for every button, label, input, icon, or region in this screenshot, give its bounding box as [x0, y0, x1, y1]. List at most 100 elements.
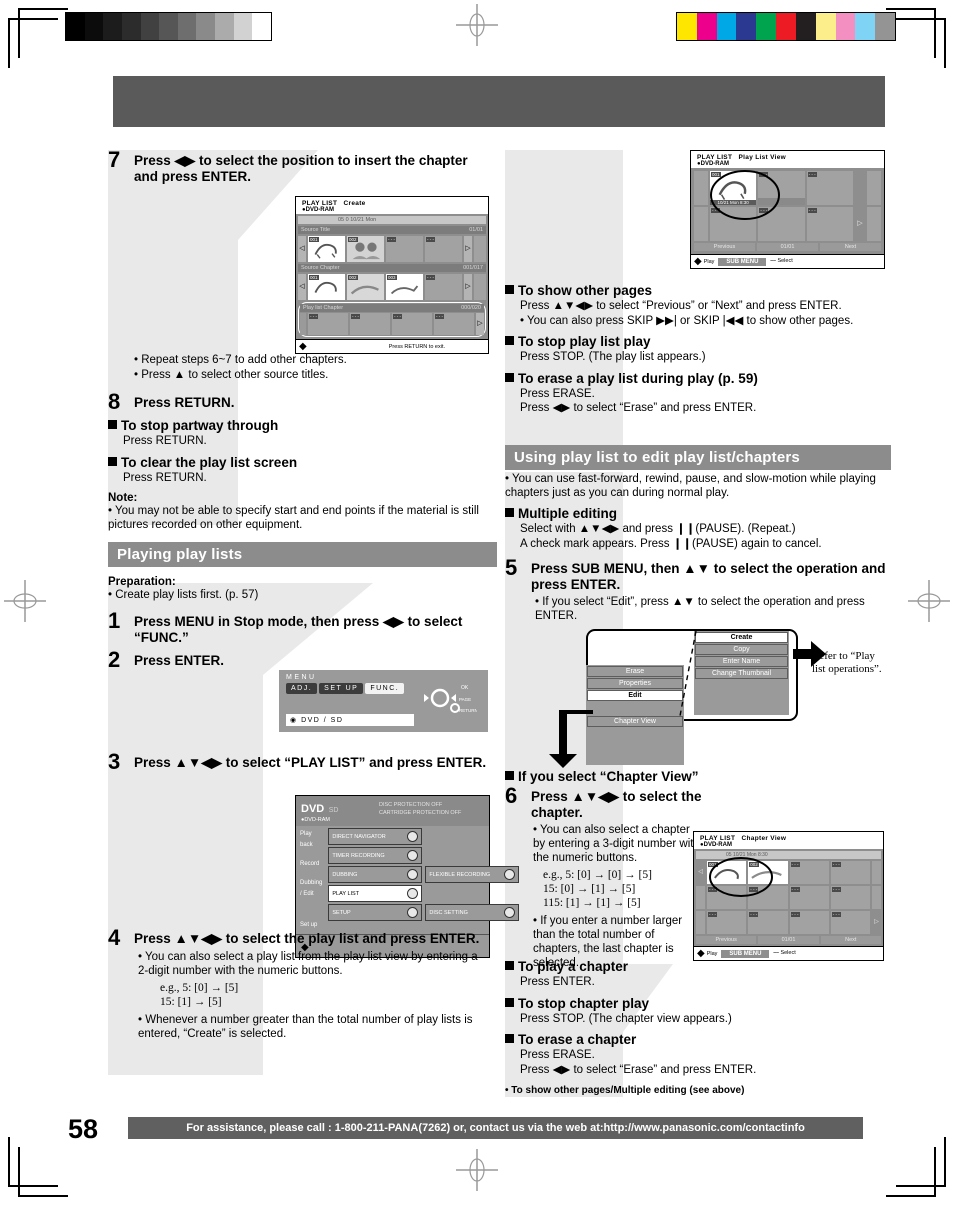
menu-item-play-list[interactable]: PLAY LIST [328, 885, 423, 902]
menu-row-dvd-sd[interactable]: ◉ DVD / SD [286, 714, 414, 726]
preparation-block: Preparation: • Create play lists first. … [108, 576, 490, 672]
step-6-example-1: e.g., 5: [0] → [0] → [5] [543, 869, 652, 881]
block-erase-playlist-line-1: Press ERASE. [520, 387, 595, 400]
sub-menu-item-chapter-view[interactable]: Chapter View [587, 716, 683, 727]
screen-info-bar: 05 0 10/21 Mon [298, 216, 486, 224]
block-erase-chapter-heading: To erase a chapter [505, 1031, 887, 1048]
tab-setup[interactable]: SET UP [319, 683, 364, 694]
pager-next[interactable]: Next [820, 243, 881, 251]
prev-arrow-icon[interactable]: ◁ [298, 274, 306, 300]
gray-swatch [84, 13, 104, 40]
menu-item-dubbing[interactable]: DUBBING [328, 866, 423, 883]
next-arrow-icon[interactable]: ▷ [464, 236, 472, 262]
bullet-square-icon [505, 508, 514, 517]
svg-text:OK: OK [461, 685, 469, 691]
pager-previous[interactable]: Previous [694, 243, 755, 251]
block-play-chapter-heading: To play a chapter [505, 958, 887, 975]
menu-item-direct-navigator[interactable]: DIRECT NAVIGATOR [328, 828, 423, 845]
edit-sub-menu-list[interactable]: Create Copy Enter Name Change Thumbnail [694, 631, 789, 715]
left-column: 7 Press ◀▶ to select the position to ins… [108, 147, 490, 532]
menu-func-screen[interactable]: MENU ADJ. SET UP FUNC. ◉ DVD / SD OK PAG… [279, 670, 488, 732]
menu-item-timer-recording[interactable]: TIMER RECORDING [328, 847, 423, 864]
block-stop-chapter-play-line: Press STOP. (The chapter view appears.) [520, 1012, 732, 1025]
menu-row-setup[interactable]: SETUP DISC SETTING [328, 904, 520, 921]
thumbnail-cell: 001 [308, 236, 345, 262]
pager-next[interactable]: Next [820, 936, 881, 944]
screen-pager[interactable]: Previous 01/01 Next [696, 936, 881, 944]
screen-pager[interactable]: Previous 01/01 Next [694, 243, 881, 251]
svg-text:PAGE: PAGE [459, 697, 471, 702]
next-arrow-icon[interactable]: ▷ [464, 274, 472, 300]
sub-menu-item-erase[interactable]: Erase [587, 666, 683, 677]
step-4-bullet-2: • Whenever a number greater than the tot… [138, 1014, 473, 1040]
prev-arrow-icon[interactable]: ◁ [298, 236, 306, 262]
step-4-bullet-1: • You can also select a play list from t… [138, 951, 478, 977]
block-clear-screen-line: Press RETURN. [123, 471, 207, 484]
source-chapter-label: Source Chapter [301, 265, 340, 271]
screen-mode: Chapter View [741, 835, 787, 842]
block-erase-chapter-line-1: Press ERASE. [520, 1049, 595, 1061]
color-swatch [696, 13, 717, 40]
registration-target-top [456, 4, 498, 46]
bullet-square-icon [505, 997, 514, 1007]
menu-item-setup[interactable]: SETUP [328, 904, 423, 921]
sub-menu-item-properties[interactable]: Properties [587, 678, 683, 689]
sub-menu-button[interactable]: SUB MENU [721, 949, 770, 958]
block-stop-playlist-play-heading: To stop play list play [505, 333, 887, 350]
color-swatch [875, 13, 895, 40]
tab-func[interactable]: FUNC. [365, 683, 405, 694]
highlight-ellipse [709, 857, 773, 897]
bullet-square-icon [505, 771, 514, 780]
control-select-label: ⎯⎯ Select [770, 258, 793, 264]
playlist-icon [407, 888, 419, 899]
next-arrow-icon[interactable]: ▷ [872, 911, 881, 934]
step-1: 1 Press MENU in Stop mode, then press ◀▶… [108, 608, 490, 646]
sub-menu-button[interactable]: SUB MENU [718, 257, 767, 266]
step-7-number: 7 [108, 147, 121, 172]
sub-menu-item-edit[interactable]: Edit [587, 690, 683, 701]
block-show-other-pages-heading: To show other pages [505, 282, 887, 299]
next-arrow-icon[interactable]: ▷ [476, 313, 484, 335]
grid-icon [407, 831, 419, 842]
source-title-row[interactable]: ◁ 001 002 - - - - - - ▷ [298, 236, 486, 262]
edit-item-create[interactable]: Create [695, 632, 788, 643]
playlist-chapter-region[interactable]: Play list Chapter 000/020 - - - - - - - … [298, 302, 486, 337]
bullet-square-icon [108, 420, 117, 429]
menu-row-dubbing[interactable]: DUBBING FLEXIBLE RECORDING [328, 866, 520, 883]
step-1-number: 1 [108, 608, 121, 633]
cartridge-protection-status: CARTRIDGE PROTECTION OFF [379, 810, 462, 816]
bullet-square-icon [505, 372, 514, 382]
menu-row-play-list[interactable]: PLAY LIST [328, 885, 519, 902]
menu-row-timer-recording[interactable]: TIMER RECORDING [328, 847, 519, 864]
screen-mode: Play List View [738, 154, 786, 161]
screen-header: PLAY LIST Chapter View ●DVD-RAM [694, 832, 883, 849]
edit-item-copy[interactable]: Copy [695, 644, 788, 655]
prev-arrow-icon[interactable]: ◁ [696, 861, 705, 884]
playlist-chapter-row[interactable]: - - - - - - - - - - - - ▷ [300, 313, 484, 335]
tab-adj[interactable]: ADJ. [286, 683, 318, 694]
menu-row-direct-navigator[interactable]: DIRECT NAVIGATOR [328, 828, 519, 845]
color-swatch [736, 13, 757, 40]
pager-page-indicator: 01/01 [757, 243, 818, 251]
screen-mode: Create [343, 200, 366, 207]
step-2: 2 Press ENTER. [108, 649, 490, 671]
edit-item-change-thumbnail[interactable]: Change Thumbnail [695, 668, 788, 679]
block-multiple-editing-heading: Multiple editing [505, 505, 887, 522]
gray-swatch [215, 13, 234, 40]
chapter-view-list[interactable]: Chapter View [586, 715, 684, 765]
chapter-view-screen: PLAY LIST Chapter View ●DVD-RAM 05 10/21… [693, 831, 884, 961]
step-8-text: Press RETURN. [134, 395, 235, 410]
pager-previous[interactable]: Previous [696, 936, 757, 944]
source-chapter-row[interactable]: ◁ 001 002 003 - - - ▷ [298, 274, 486, 300]
right-column-mid: • You can use fast-forward, rewind, paus… [505, 472, 887, 623]
next-arrow-icon[interactable]: ▷ [854, 207, 865, 241]
step-3-number: 3 [108, 749, 121, 774]
step-6-bullet-1: • You can also select a chapter by enter… [533, 824, 700, 864]
edit-item-enter-name[interactable]: Enter Name [695, 656, 788, 667]
step-4: 4 Press ▲▼◀▶ to select the play list and… [108, 927, 490, 1041]
step-7: 7 Press ◀▶ to select the position to ins… [108, 147, 490, 185]
screen-body: 05 0 10/21 Mon Source Title 01/01 ◁ 001 … [296, 214, 488, 339]
source-title-label: Source Title [301, 227, 331, 233]
step-5-text: Press SUB MENU, then ▲▼ to select the op… [531, 561, 886, 592]
gray-swatch [252, 13, 272, 40]
